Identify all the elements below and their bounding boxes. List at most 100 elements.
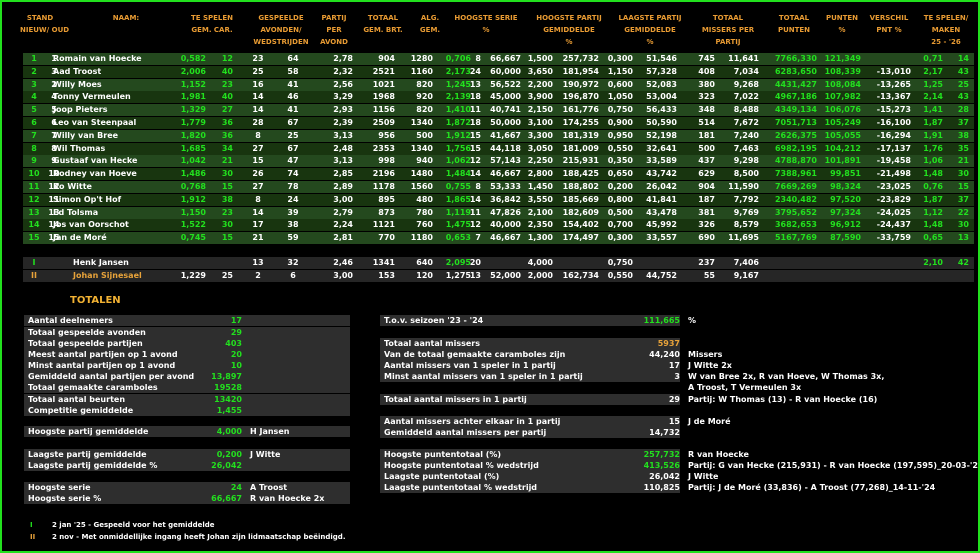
cell-laagste-partij-gem: 0,550 (607, 271, 633, 280)
cell-wedstrijden: 41 (287, 79, 299, 89)
cell-stand-new: 15 (28, 233, 40, 243)
stat-label: Meest aantal partijen op 1 avond (28, 350, 178, 359)
cell-te-spelen-car: 40 (221, 66, 233, 76)
cell-stand-new: 1 (31, 54, 37, 63)
cell-stand-new: 4 (31, 92, 37, 102)
cell-laagste-partij-gem: 0,950 (607, 130, 633, 140)
cell-hoogste-serie: 18 (469, 118, 481, 127)
cell-totaal-punten: 7669,269 (774, 182, 817, 191)
cell-totaal-brt: 920 (416, 92, 433, 102)
cell-te-spelen-gem: 1,820 (180, 130, 206, 140)
cell-totaal-punten: 4431,427 (774, 79, 817, 89)
cell-hoogste-serie-pct: 50,000 (490, 118, 521, 127)
cell-hoogste-serie: 12 (469, 220, 481, 230)
cell-punten-pct: 105,249 (824, 118, 861, 127)
stat-label: Aantal missers achter elkaar in 1 partij (384, 417, 561, 426)
cell-te-maken: 13 (957, 233, 969, 243)
cell-totaal-missers: 437 (698, 156, 715, 166)
cell-hoogste-serie: 15 (469, 130, 481, 140)
cell-verschil-pct: -17,137 (876, 143, 911, 153)
cell-totaal-brt: 820 (416, 79, 433, 89)
cell-player-name: Aad Troost (53, 66, 102, 76)
cell-avonden: 8 (255, 130, 261, 140)
cell-totaal-gem: 770 (378, 233, 395, 243)
stat-label: Aantal missers van 1 speler in 1 partij (384, 361, 556, 370)
stat-label: Gemiddeld aantal partijen per avond (28, 372, 195, 381)
cell-laagste-partij-pct (635, 257, 677, 269)
cell-totaal-brt: 1160 (410, 66, 433, 76)
cell-punten-pct: 87,590 (830, 233, 861, 243)
cell-wedstrijden: 64 (287, 54, 299, 63)
cell-te-spelen-gem: 1,522 (180, 220, 206, 230)
cell-laagste-partij-pct: 53,004 (646, 92, 677, 102)
cell-player-name: Willy van Bree (53, 130, 119, 140)
cell-te-spelen: 1,06 (923, 156, 943, 166)
table-row: 11 12 Ko Witte 0,768 15 27 78 2,89 1178 1560 0,755… (23, 181, 974, 193)
cell-laagste-partij-gem: 0,750 (607, 258, 633, 267)
cell-hoogste-serie: 24 (469, 66, 481, 76)
cell-missers-per-partij: 8,500 (733, 169, 759, 179)
cell-wedstrijden: 38 (287, 220, 299, 230)
stat-value: 0,200 (216, 450, 242, 459)
table-row: 7 7 Willy van Bree 1,820 36 8 25 3,13 956 500 1,91… (23, 129, 974, 142)
cell-hoogste-serie-pct: 60,000 (490, 66, 521, 76)
table-row: 6 6 Leo van Steenpaal 1,779 36 28 67 2,39 2509 13… (23, 117, 974, 129)
cell-totaal-punten: 2626,375 (774, 130, 817, 140)
cell-hoogste-partij-pct: 182,609 (562, 207, 599, 217)
cell-hoogste-partij-gem: 1,450 (527, 182, 553, 191)
cell-totaal-punten: 3795,652 (774, 207, 817, 217)
cell-partij-per-avond: 2,48 (333, 143, 353, 153)
cell-te-maken: 15 (957, 182, 969, 191)
stat-label: Totaal aantal beurten (28, 395, 126, 404)
cell-te-spelen-car: 30 (221, 220, 233, 230)
cell-laagste-partij-gem: 0,350 (607, 156, 633, 166)
cell-te-spelen: 1,91 (923, 130, 943, 140)
cell-te-maken: 43 (957, 92, 969, 102)
cell-hoogste-partij-pct: 162,734 (562, 271, 599, 280)
cell-te-spelen-car: 38 (221, 194, 233, 204)
stat-value: 26,042 (211, 461, 242, 470)
cell-verschil-pct: -15,273 (876, 105, 911, 115)
note-text: 2 jan '25 - Gespeeld voor het gemiddelde (52, 521, 215, 529)
cell-totaal-gem: 904 (378, 54, 395, 63)
table-row: 2 3 Aad Troost 2,006 40 25 58 2,32 2521 1160 2,173… (23, 65, 974, 78)
header-totaal-missers: TOTAAL MISSERS PER PARTIJ (701, 14, 755, 46)
cell-totaal-gem: 2353 (372, 143, 395, 153)
stat-value: 1,455 (216, 406, 242, 415)
cell-stand-new: 11 (28, 182, 40, 191)
note-mark: I (30, 521, 33, 529)
stat-value: 14,732 (649, 428, 680, 437)
stat-extra: J Witte (250, 450, 281, 459)
cell-partij-per-avond: 3,00 (333, 194, 353, 204)
cell-punten-pct: 97,324 (830, 207, 861, 217)
cell-missers-per-partij: 7,672 (733, 118, 759, 127)
cell-punten-pct: 101,891 (824, 156, 861, 166)
cell-avonden: 23 (252, 54, 264, 63)
cell-partij-per-avond: 2,46 (333, 258, 353, 267)
cell-player-name: Leo van Steenpaal (53, 118, 137, 127)
cell-totaal-missers: 237 (698, 258, 715, 267)
cell-wedstrijden: 58 (287, 66, 299, 76)
cell-hoogste-partij-gem: 2,000 (527, 271, 553, 280)
cell-totaal-brt: 1280 (410, 54, 433, 63)
cell-totaal-brt: 1180 (410, 233, 433, 243)
cell-te-spelen-gem: 1,150 (180, 207, 206, 217)
stat-extra: J de Moré (688, 417, 731, 426)
stat-value: 111,665 (643, 316, 680, 325)
cell-hoogste-partij-gem: 2,250 (527, 156, 553, 166)
cell-hoogste-partij-pct: 188,802 (562, 182, 599, 191)
cell-wedstrijden: 6 (290, 271, 296, 280)
cell-te-maken: 28 (957, 105, 969, 115)
note-text: 2 nov - Met onmiddellijke ingang heeft J… (52, 533, 346, 541)
cell-te-spelen-gem: 1,042 (180, 156, 206, 166)
stat-extra: H Jansen (250, 427, 290, 436)
cell-laagste-partij-pct: 52,198 (646, 130, 677, 140)
stat-value: 13,897 (211, 372, 242, 381)
cell-missers-per-partij: 9,298 (733, 156, 759, 166)
cell-stand-new: 2 (31, 66, 37, 76)
cell-verschil-pct: -23,025 (876, 182, 911, 191)
totalen-title: TOTALEN (70, 295, 121, 306)
cell-te-spelen-car: 23 (221, 207, 233, 217)
cell-punten-pct: 98,324 (830, 182, 861, 191)
cell-avonden: 25 (252, 66, 264, 76)
